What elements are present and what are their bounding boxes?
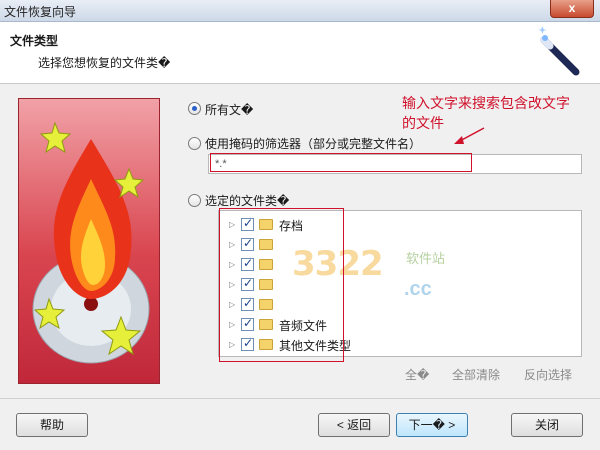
annotation-highlight-box: [219, 208, 344, 362]
back-button[interactable]: < 返回: [318, 413, 390, 437]
annotation-arrow-icon: [454, 127, 485, 144]
wizard-footer: [0, 398, 600, 450]
magic-wand-icon: [538, 26, 580, 76]
window-close-button[interactable]: x: [550, 0, 594, 18]
page-title: 文件类型: [10, 34, 59, 48]
close-button[interactable]: 关闭: [511, 413, 583, 437]
help-button[interactable]: 帮助: [16, 413, 88, 437]
annotation-note-line1: 输入文字来搜索包含改文字: [402, 95, 570, 111]
site-watermark-text: 软件站: [406, 251, 446, 266]
annotation-highlight-box: [210, 153, 472, 172]
annotation-note-line2: 的文件: [402, 115, 444, 131]
mask-filter-radio[interactable]: [188, 137, 201, 150]
site-watermark-domain: .cc: [404, 278, 432, 300]
recovery-fire-disc-icon: [32, 121, 150, 364]
title-bar: 文件恢复向导 x: [0, 0, 600, 22]
all-files-label[interactable]: 所有文�: [205, 101, 253, 118]
selected-types-radio[interactable]: [188, 194, 201, 207]
clear-all-button[interactable]: 全部清除: [452, 366, 500, 383]
all-files-radio[interactable]: [188, 102, 201, 115]
wizard-header: 文件类型 选择您想恢复的文件类�: [0, 22, 600, 84]
invert-selection-button[interactable]: 反向选择: [524, 366, 572, 383]
mask-filter-label[interactable]: 使用掩码的筛选器（部分或完整文件名）: [205, 135, 421, 152]
selected-types-label[interactable]: 选定的文件类�: [205, 192, 289, 209]
select-all-button[interactable]: 全�: [405, 366, 429, 383]
window-title: 文件恢复向导: [4, 5, 77, 19]
wizard-side-banner: [18, 98, 160, 384]
next-button[interactable]: 下一� >: [396, 413, 468, 437]
page-subtitle: 选择您想恢复的文件类�: [38, 56, 171, 70]
